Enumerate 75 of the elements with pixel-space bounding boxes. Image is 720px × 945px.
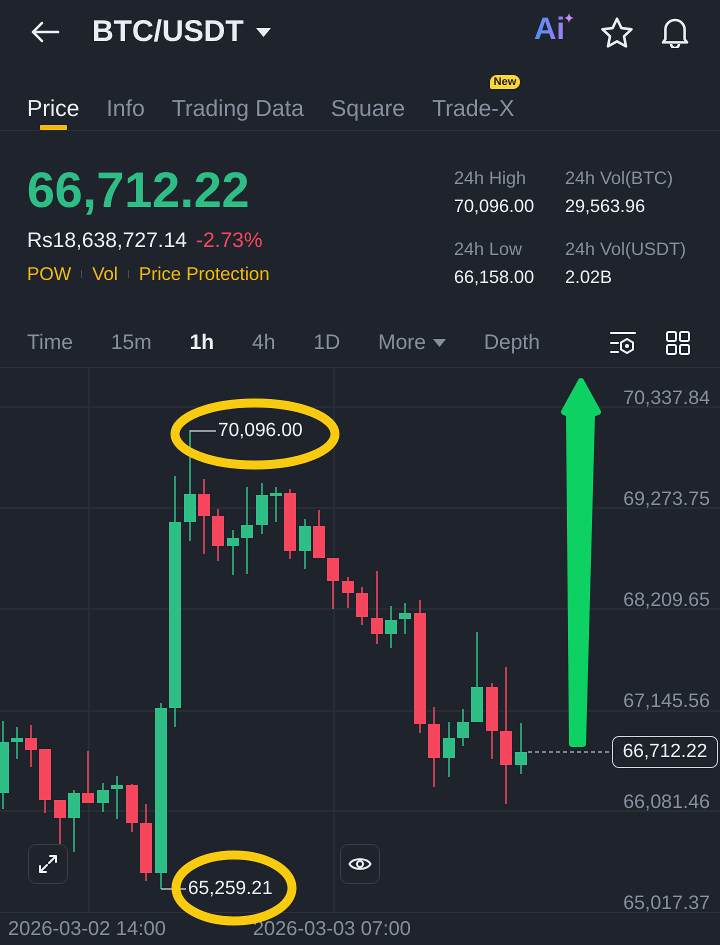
rising-candle <box>457 709 469 746</box>
ticker-tag[interactable]: Vol <box>92 262 118 286</box>
interval-tab[interactable]: 15m <box>110 330 152 356</box>
stat-value: 29,563.96 <box>565 195 646 217</box>
pair-selector[interactable]: BTC/USDT <box>92 14 271 50</box>
price-axis-label: 68,209.65 <box>623 589 710 611</box>
stat-value: 70,096.00 <box>454 195 536 217</box>
eye-icon <box>348 856 372 872</box>
last-price-label: 66,712.22 <box>612 736 718 768</box>
stat-label: 24h Low <box>454 238 524 260</box>
rising-candle <box>111 776 123 819</box>
rising-candle <box>97 783 109 812</box>
interval-tab[interactable]: 1D <box>313 330 340 356</box>
caret-icon <box>256 28 271 36</box>
eye-toggle-button[interactable] <box>340 844 380 884</box>
time-axis-label: 2026-03-02 14:00 <box>8 917 166 941</box>
tab[interactable]: Square <box>330 64 406 130</box>
rising-candle <box>299 519 311 569</box>
rising-candle <box>443 722 455 777</box>
last-price: 66,712.22 <box>27 162 250 218</box>
stat-value: 2.02B <box>565 266 614 288</box>
stat-label: 24h Vol(BTC) <box>565 167 674 189</box>
time-axis-label: 2026-03-03 07:00 <box>252 917 411 941</box>
rising-candle <box>11 727 23 759</box>
tab[interactable]: Trading Data <box>172 64 304 130</box>
lines-hexagon-icon[interactable] <box>610 330 636 354</box>
interval-tab[interactable]: Time <box>27 330 73 356</box>
low-price-label: 65,259.21 <box>188 878 273 900</box>
rising-candle <box>385 606 397 648</box>
high-price-label: 70,096.00 <box>218 420 303 442</box>
expand-icon <box>37 853 59 875</box>
tab[interactable]: Info <box>106 64 145 130</box>
rising-candle <box>68 790 80 852</box>
back-icon[interactable] <box>30 21 60 43</box>
interval-dropdown[interactable]: More <box>378 330 446 356</box>
falling-candle <box>284 489 296 559</box>
rising-candle <box>270 487 282 522</box>
fiat-price: Rs18,638,727.14 <box>27 228 187 254</box>
interval-tab[interactable]: 4h <box>252 330 276 356</box>
star-icon[interactable] <box>601 16 633 48</box>
price-change: -2.73% <box>196 228 263 254</box>
interval-tab[interactable]: Depth <box>484 330 540 356</box>
grid-icon[interactable] <box>666 330 690 354</box>
stat-label: 24h High <box>454 167 528 189</box>
falling-candle <box>212 509 224 561</box>
interval-tab[interactable]: 1h <box>190 330 214 356</box>
rising-candle <box>515 723 527 774</box>
price-axis-label: 69,273.75 <box>623 488 710 510</box>
falling-candle <box>342 577 354 608</box>
rising-candle <box>256 483 268 534</box>
bell-icon[interactable] <box>660 16 690 48</box>
ticker-tag[interactable]: Price Protection <box>138 262 270 286</box>
expand-button[interactable] <box>28 844 68 884</box>
falling-candle <box>356 587 368 625</box>
leader-line <box>190 430 216 432</box>
tab[interactable]: Price <box>27 64 80 130</box>
falling-candle <box>126 784 138 832</box>
falling-candle <box>39 749 51 813</box>
falling-candle <box>327 558 339 609</box>
falling-candle <box>82 751 94 803</box>
stat-value: 66,158.00 <box>454 266 536 288</box>
price-axis-label: 67,145.56 <box>623 690 710 712</box>
leader-line <box>161 888 186 890</box>
price-axis-label: 66,081.46 <box>623 791 710 813</box>
stat-label: 24h Vol(USDT) <box>565 238 688 260</box>
price-axis-label: 65,017.37 <box>623 892 710 914</box>
falling-candle <box>313 510 325 558</box>
rising-candle <box>227 530 239 575</box>
new-badge: New <box>490 75 520 89</box>
falling-candle <box>25 725 37 767</box>
price-axis-label: 70,337.84 <box>623 387 710 409</box>
caret-icon <box>432 338 446 346</box>
ticker-tag[interactable]: POW <box>27 262 72 286</box>
sparkle-icon <box>564 13 574 23</box>
rising-candle <box>399 603 411 634</box>
